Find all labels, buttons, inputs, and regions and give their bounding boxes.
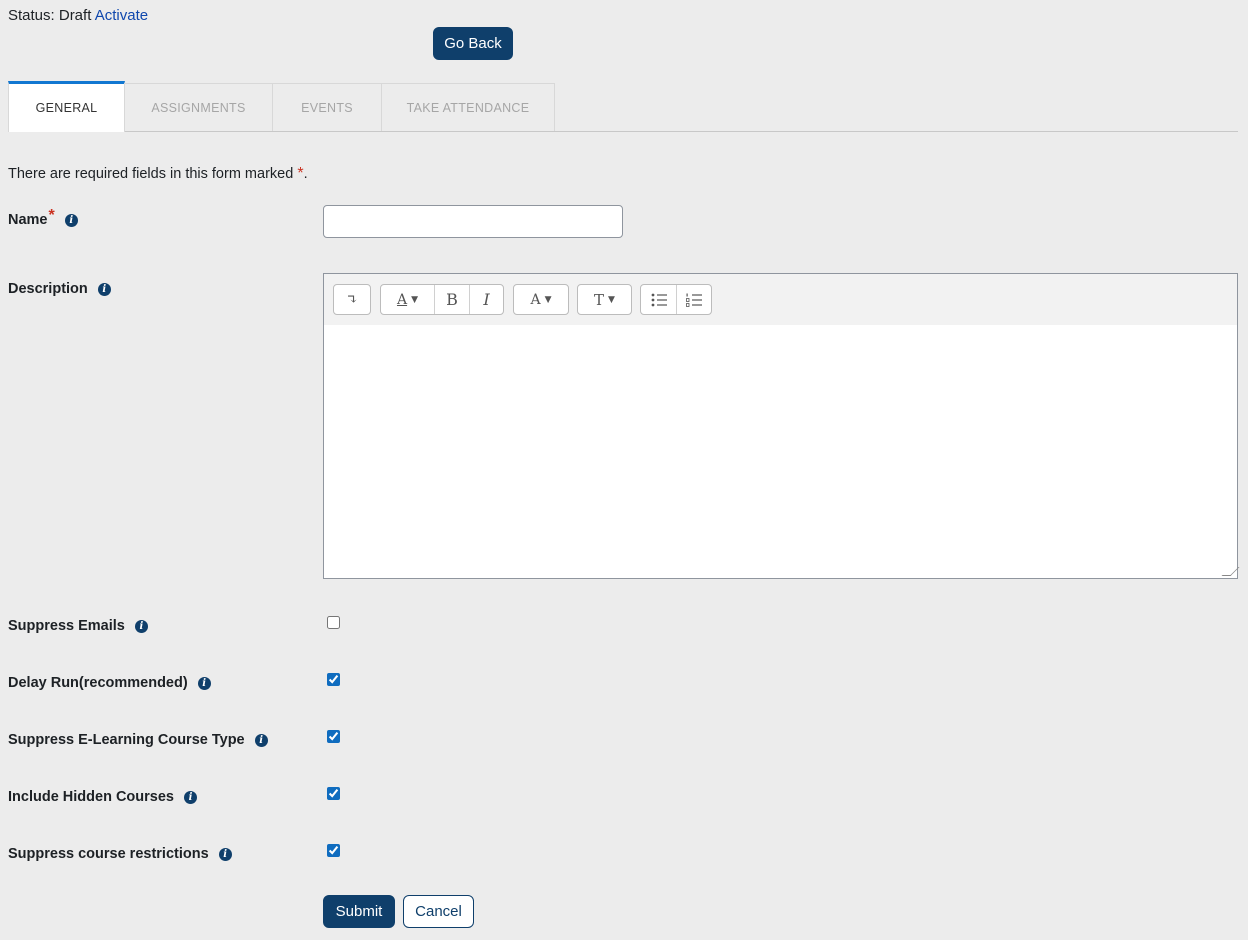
info-icon[interactable]: i: [64, 213, 78, 227]
paragraph-style-button[interactable]: A ▼: [381, 285, 434, 314]
info-icon[interactable]: i: [218, 847, 232, 861]
include-hidden-checkbox[interactable]: [327, 787, 340, 800]
suppress-emails-label: Suppress Emails i: [8, 618, 148, 634]
numbered-list-button[interactable]: [676, 285, 711, 314]
required-marker: *: [48, 207, 55, 224]
status-text: Status: Draft: [8, 7, 92, 24]
font-color-button[interactable]: A ▼: [514, 285, 568, 314]
suppress-restrictions-checkbox[interactable]: [327, 844, 340, 857]
name-label: Name * i: [8, 207, 78, 229]
submit-button[interactable]: Submit: [323, 895, 395, 928]
toolbar-toggle-button[interactable]: ↴: [334, 285, 370, 314]
tab-take-attendance[interactable]: TAKE ATTENDANCE: [381, 83, 555, 131]
tab-events[interactable]: EVENTS: [272, 83, 382, 131]
bullet-list-icon: [651, 293, 667, 306]
description-editor: ↴ A ▼ B I A ▼ T ▼: [323, 273, 1240, 579]
cancel-button[interactable]: Cancel: [403, 895, 474, 928]
include-hidden-label: Include Hidden Courses i: [8, 789, 197, 805]
info-icon[interactable]: i: [254, 733, 268, 747]
bullet-list-button[interactable]: [641, 285, 676, 314]
suppress-emails-checkbox[interactable]: [327, 616, 340, 629]
tab-assignments[interactable]: ASSIGNMENTS: [124, 83, 273, 131]
delay-run-label: Delay Run(recommended) i: [8, 675, 211, 691]
italic-button[interactable]: I: [469, 285, 503, 314]
delay-run-checkbox[interactable]: [327, 673, 340, 686]
go-back-button[interactable]: Go Back: [433, 27, 513, 60]
font-color-icon: A: [530, 291, 541, 308]
tab-general[interactable]: GENERAL: [8, 81, 125, 132]
font-size-button[interactable]: T ▼: [578, 285, 631, 314]
editor-toolbar: ↴ A ▼ B I A ▼ T ▼: [324, 274, 1237, 326]
required-fields-note: There are required fields in this form m…: [8, 165, 308, 182]
font-size-icon: T: [594, 290, 605, 309]
info-icon[interactable]: i: [134, 619, 148, 633]
bold-button[interactable]: B: [434, 285, 469, 314]
info-icon[interactable]: i: [197, 676, 211, 690]
status-line: Status: Draft Activate: [8, 7, 148, 24]
description-textarea[interactable]: [324, 325, 1237, 578]
paragraph-style-icon: A: [396, 291, 408, 308]
chevron-down-icon: ▼: [544, 294, 552, 305]
name-input[interactable]: [323, 205, 623, 238]
tab-bar: GENERAL ASSIGNMENTS EVENTS TAKE ATTENDAN…: [8, 81, 1238, 132]
suppress-elearning-label: Suppress E-Learning Course Type i: [8, 732, 268, 748]
suppress-restrictions-label: Suppress course restrictions i: [8, 846, 232, 862]
activate-link[interactable]: Activate: [95, 7, 148, 24]
suppress-elearning-checkbox[interactable]: [327, 730, 340, 743]
numbered-list-icon: [686, 293, 702, 307]
chevron-down-icon: ▼: [608, 294, 615, 305]
description-label: Description i: [8, 281, 111, 297]
info-icon[interactable]: i: [97, 282, 111, 296]
chevron-down-icon: ▼: [411, 294, 419, 305]
info-icon[interactable]: i: [183, 790, 197, 804]
